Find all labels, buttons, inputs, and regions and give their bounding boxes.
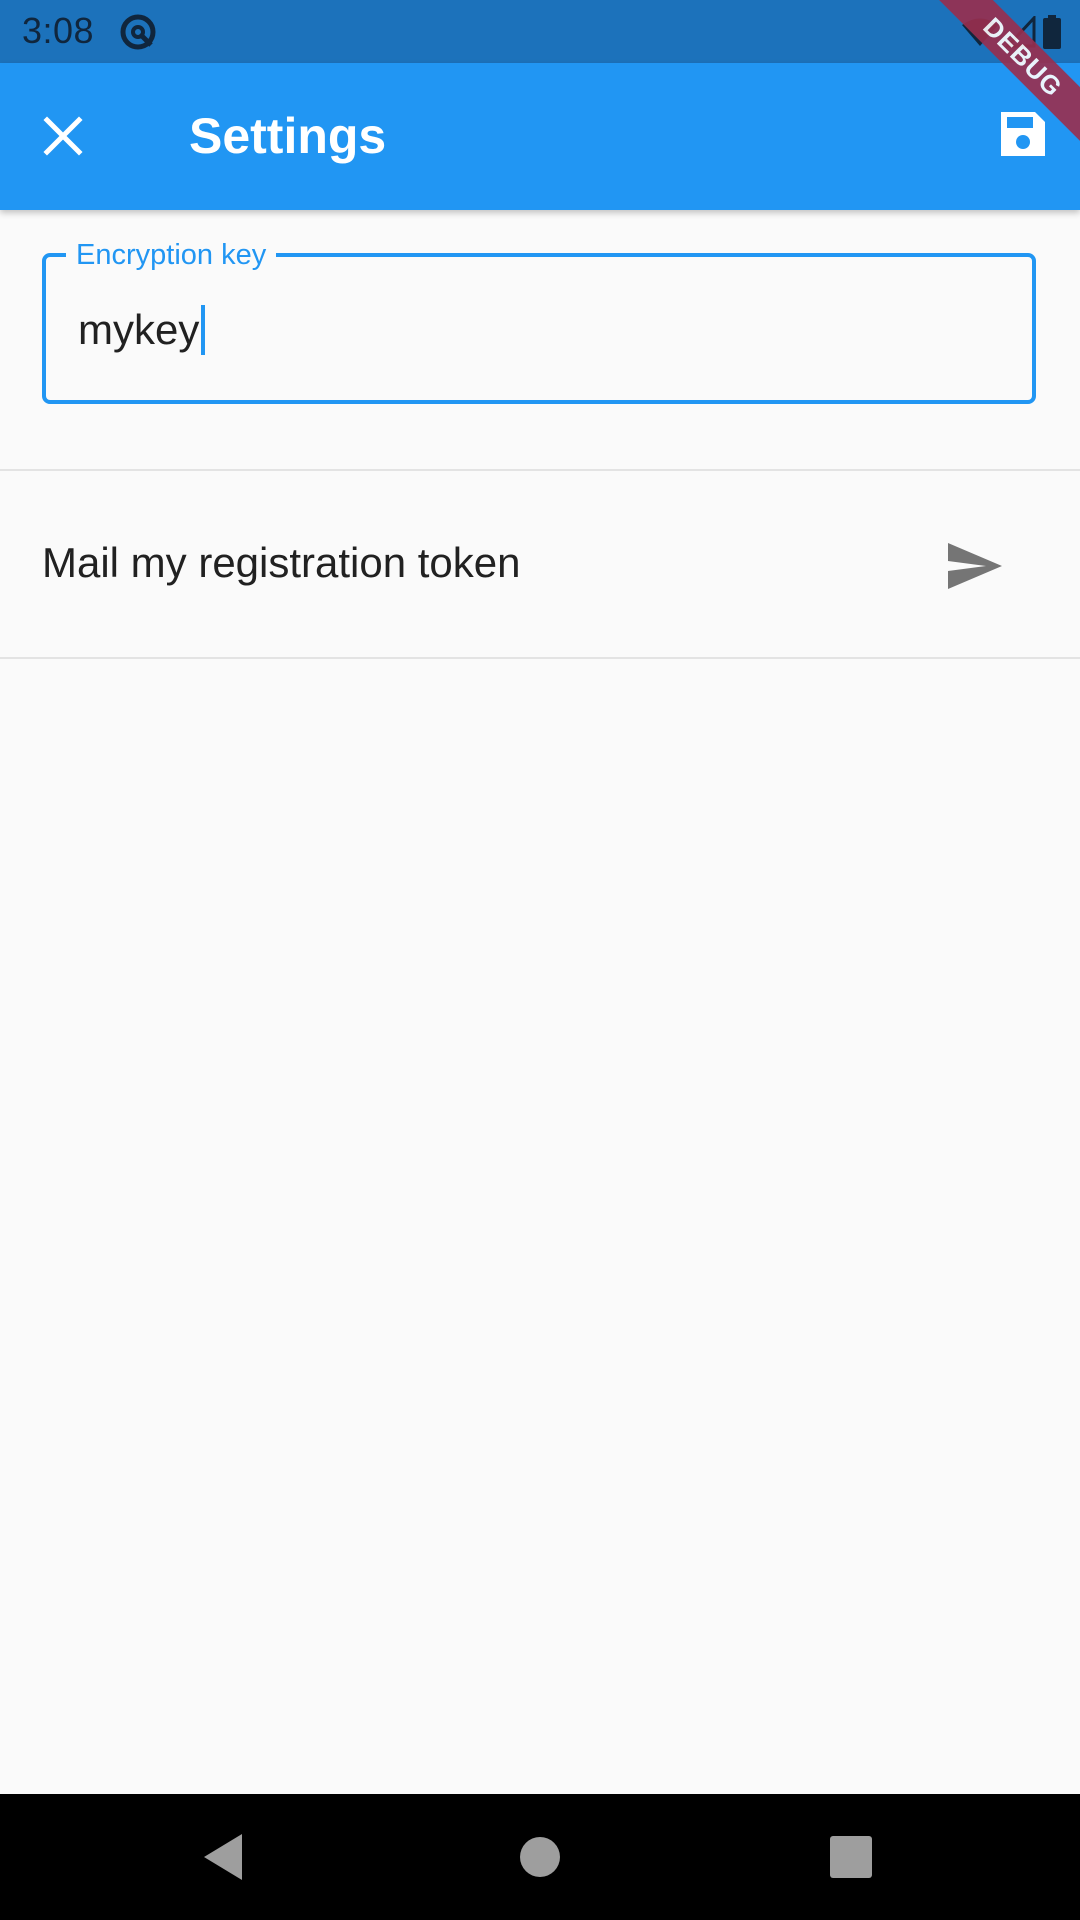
app-bar: Settings [0,63,1080,210]
status-time: 3:08 [22,10,95,51]
save-button[interactable] [990,101,1056,167]
encryption-key-field[interactable]: Encryption key mykey [42,239,1036,404]
settings-screen: 3:08 DEBUG Settings Encryption key mykey… [0,0,1080,1920]
battery-icon [1043,15,1061,49]
home-icon[interactable] [520,1837,560,1877]
send-button[interactable] [942,533,1008,599]
status-bar: 3:08 [0,0,1080,63]
recents-icon[interactable] [830,1836,872,1878]
list-item-mail-token[interactable]: Mail my registration token [0,471,1080,657]
save-icon [1001,112,1045,156]
cell-signal-icon [1006,16,1036,48]
wifi-icon [962,18,998,46]
send-icon [948,543,1002,589]
text-caret [201,305,206,355]
back-icon[interactable] [200,1830,248,1884]
encryption-key-input[interactable]: mykey [78,305,206,355]
encryption-key-label: Encryption key [66,239,277,271]
close-icon [43,116,83,156]
status-icons [960,12,1062,52]
app-notification-icon [120,14,156,50]
page-title: Settings [189,108,387,164]
close-button[interactable] [30,103,96,169]
system-nav-bar [0,1794,1080,1920]
encryption-key-value: mykey [78,306,200,353]
divider [0,657,1080,659]
list-item-label: Mail my registration token [42,539,521,586]
